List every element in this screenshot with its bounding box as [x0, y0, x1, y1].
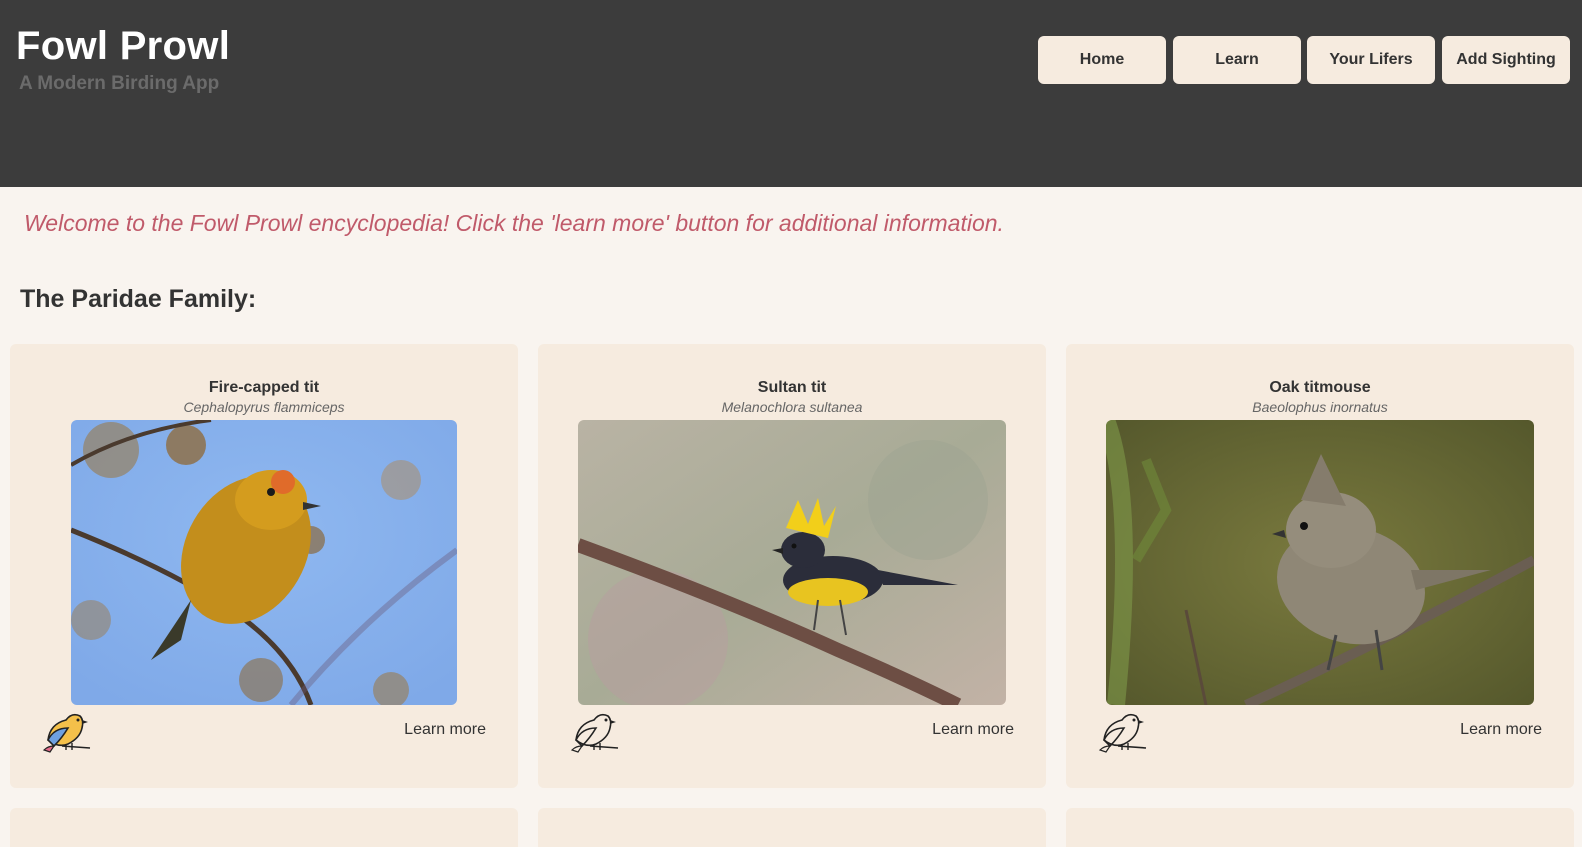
bird-card-partial — [10, 808, 518, 847]
nav-learn-button[interactable]: Learn — [1173, 36, 1301, 84]
bird-card-partial — [1066, 808, 1574, 847]
bird-scientific-name: Melanochlora sultanea — [721, 399, 863, 415]
welcome-message: Welcome to the Fowl Prowl encyclopedia! … — [24, 210, 1004, 236]
learn-more-button[interactable]: Learn more — [1460, 721, 1542, 739]
learn-more-button[interactable]: Learn more — [932, 721, 1014, 739]
bird-scientific-name: Baeolophus inornatus — [1252, 399, 1388, 415]
outline-bird-icon[interactable] — [1096, 706, 1148, 754]
nav-your-lifers-button[interactable]: Your Lifers — [1307, 36, 1435, 84]
bird-photo — [578, 420, 1006, 705]
nav-home-button[interactable]: Home — [1038, 36, 1166, 84]
bird-scientific-name: Cephalopyrus flammiceps — [183, 399, 345, 415]
section-title: The Paridae Family: — [20, 285, 257, 313]
colored-bird-icon[interactable] — [40, 706, 92, 754]
bird-card-partial — [538, 808, 1046, 847]
bird-photo — [1106, 420, 1534, 705]
app-title: Fowl Prowl — [16, 24, 231, 68]
bird-card: Sultan tit Melanochlora sultanea Learn m… — [538, 344, 1046, 788]
bird-card: Fire-capped tit Cephalopyrus flammiceps — [10, 344, 518, 788]
bird-card: Oak titmouse Baeolophus inornatus Learn … — [1066, 344, 1574, 788]
bird-common-name: Fire-capped tit — [208, 379, 320, 396]
bird-common-name: Sultan tit — [757, 379, 827, 396]
app-subtitle: A Modern Birding App — [19, 73, 220, 94]
learn-more-button[interactable]: Learn more — [404, 721, 486, 739]
outline-bird-icon[interactable] — [568, 706, 620, 754]
bird-photo — [71, 420, 457, 705]
nav-add-sighting-button[interactable]: Add Sighting — [1442, 36, 1570, 84]
app-header: Fowl Prowl A Modern Birding App Home Lea… — [0, 0, 1582, 187]
bird-common-name: Oak titmouse — [1269, 379, 1371, 396]
